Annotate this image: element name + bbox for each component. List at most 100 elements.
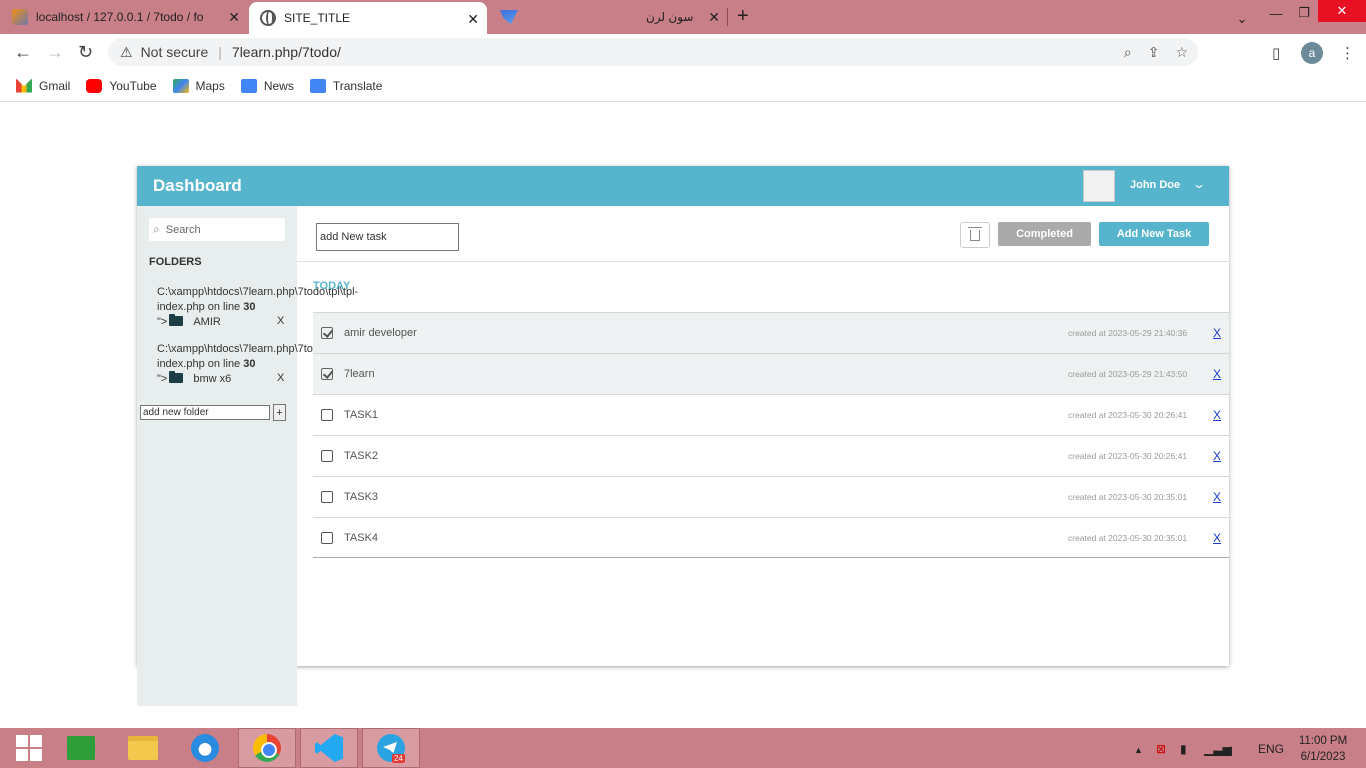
stray-markup: "> [157, 316, 168, 328]
delete-task-button[interactable]: X [1213, 367, 1221, 381]
task-created-at: created at 2023-05-30 20:35:01 [1068, 492, 1188, 502]
section-label-today: TODAY [313, 280, 351, 292]
task-checkbox[interactable] [321, 491, 333, 503]
add-folder-button[interactable]: + [273, 404, 286, 421]
clock-time: 11:00 PM [1298, 735, 1348, 747]
network-error-icon[interactable]: ⊠ [1156, 742, 1166, 756]
clock-date: 6/1/2023 [1300, 751, 1346, 763]
volume-icon[interactable]: 🔈︎ [1228, 742, 1235, 757]
divider [297, 261, 1229, 262]
close-icon[interactable]: ✕ [708, 9, 720, 26]
news-icon [240, 78, 257, 93]
globe-icon [260, 10, 276, 26]
system-clock[interactable]: 11:00 PM 6/1/2023 [1296, 733, 1350, 765]
omnibox-actions: ⌕ ⇪ ☆ [1124, 44, 1188, 61]
taskbar-telegram[interactable] [362, 728, 420, 768]
taskbar-vscode[interactable] [300, 728, 358, 768]
kebab-menu-icon[interactable]: ⋮ [1340, 44, 1355, 62]
delete-task-button[interactable]: X [1213, 531, 1221, 545]
taskbar-store[interactable] [52, 728, 110, 768]
delete-folder-button[interactable]: X [277, 315, 284, 327]
browser-toolbar: ← → ↻ ⚠ Not secure | 7learn.php/7todo/ ⌕… [0, 34, 1366, 70]
delete-task-button[interactable]: X [1213, 490, 1221, 504]
tab-site-title[interactable]: SITE_TITLE ✕ [249, 2, 487, 34]
bookmark-label: Gmail [39, 78, 71, 93]
bookmark-label: News [263, 78, 294, 93]
translate-icon [309, 78, 326, 93]
browser-tab-bar: localhost / 127.0.0.1 / 7todo / fo ✕ SIT… [0, 0, 1366, 34]
folders-heading: FOLDERS [149, 256, 202, 268]
task-checkbox[interactable] [321, 531, 333, 544]
url-text[interactable]: 7learn.php/7todo/ [232, 44, 341, 60]
delete-selected-button[interactable] [960, 222, 990, 248]
task-row: amir developer created at 2023-05-29 21:… [313, 312, 1229, 353]
tray-chevron-up-icon[interactable]: ▲ [1134, 745, 1143, 755]
bookmark-gmail[interactable]: Gmail [16, 78, 71, 93]
search-placeholder: Search [165, 223, 201, 236]
address-divider: | [218, 44, 222, 60]
bookmark-translate[interactable]: Translate [309, 78, 382, 93]
completed-button[interactable]: Completed [998, 222, 1091, 246]
bookmark-label: Maps [195, 78, 225, 93]
tab-search-chevron-icon[interactable]: ⌄ [1228, 6, 1256, 32]
store-icon [67, 736, 95, 760]
taskbar-internet-explorer[interactable] [176, 728, 234, 768]
close-icon[interactable]: ✕ [228, 9, 240, 26]
warning-triangle-icon[interactable]: ⚠ [120, 44, 133, 61]
delete-folder-button[interactable]: X [277, 372, 284, 384]
task-checkbox[interactable] [321, 409, 333, 421]
side-panel-icon[interactable]: ▯ [1272, 44, 1280, 62]
task-checkbox[interactable] [321, 327, 333, 339]
search-input[interactable]: ⌕ Search [149, 218, 285, 241]
new-tab-icon[interactable]: + [737, 5, 749, 28]
telegram-badge: 24 [392, 754, 405, 763]
back-arrow-icon[interactable]: ← [14, 42, 32, 63]
task-created-at: created at 2023-05-30 20:26:41 [1068, 410, 1188, 420]
bookmark-youtube[interactable]: YouTube [86, 78, 157, 93]
folder-icon [169, 314, 184, 326]
taskbar-file-explorer[interactable] [114, 728, 172, 768]
error-line-number: 30 [243, 301, 256, 313]
sevenlearn-icon [500, 10, 518, 24]
profile-avatar[interactable]: a [1301, 42, 1323, 64]
delete-task-button[interactable]: X [1213, 326, 1221, 340]
reload-icon[interactable]: ↻ [78, 42, 93, 63]
tab-sevenlearn[interactable]: سون لرن ✕ [492, 0, 728, 34]
stray-markup: "> [157, 373, 168, 385]
battery-icon[interactable]: ▮ [1180, 742, 1187, 756]
bookmark-news[interactable]: News [240, 78, 294, 93]
delete-task-button[interactable]: X [1213, 449, 1221, 463]
task-title: TASK4 [344, 531, 379, 544]
address-bar[interactable]: ⚠ Not secure | 7learn.php/7todo/ ⌕ ⇪ ☆ [108, 38, 1198, 66]
error-text: index.php on line [157, 358, 244, 370]
task-checkbox[interactable] [321, 450, 333, 462]
folder-name[interactable]: bmw x6 [193, 373, 231, 385]
folder-name[interactable]: AMIR [193, 316, 221, 328]
language-indicator[interactable]: ENG [1258, 742, 1284, 756]
new-folder-input[interactable]: add new folder [140, 405, 270, 420]
start-button[interactable] [0, 728, 58, 768]
task-list: amir developer created at 2023-05-29 21:… [313, 312, 1229, 558]
taskbar-chrome[interactable] [238, 728, 296, 768]
window-close-icon[interactable]: ✕ [1318, 0, 1366, 22]
bookmark-maps[interactable]: Maps [172, 78, 225, 93]
chevron-down-icon[interactable]: ⌄ [1192, 177, 1206, 191]
user-name[interactable]: John Doe [1130, 179, 1180, 191]
task-checkbox[interactable] [321, 368, 333, 380]
forward-arrow-icon[interactable]: → [46, 42, 64, 63]
bookmark-star-icon[interactable]: ☆ [1175, 44, 1188, 61]
search-icon: ⌕ [153, 222, 160, 236]
new-task-placeholder: add New task [320, 231, 387, 243]
share-icon[interactable]: ⇪ [1148, 44, 1160, 61]
restore-icon[interactable]: ❐ [1290, 0, 1318, 26]
tab-phpmyadmin[interactable]: localhost / 127.0.0.1 / 7todo / fo ✕ [12, 0, 248, 34]
close-icon[interactable]: ✕ [467, 11, 479, 28]
new-task-input[interactable]: add New task [316, 223, 459, 251]
minimize-icon[interactable]: — [1262, 0, 1290, 26]
security-status[interactable]: Not secure [141, 44, 209, 60]
add-task-button[interactable]: Add New Task [1099, 222, 1209, 246]
avatar[interactable] [1083, 170, 1115, 202]
zoom-search-icon[interactable]: ⌕ [1124, 44, 1132, 61]
task-row: TASK1 created at 2023-05-30 20:26:41 X [313, 394, 1229, 435]
delete-task-button[interactable]: X [1213, 408, 1221, 422]
